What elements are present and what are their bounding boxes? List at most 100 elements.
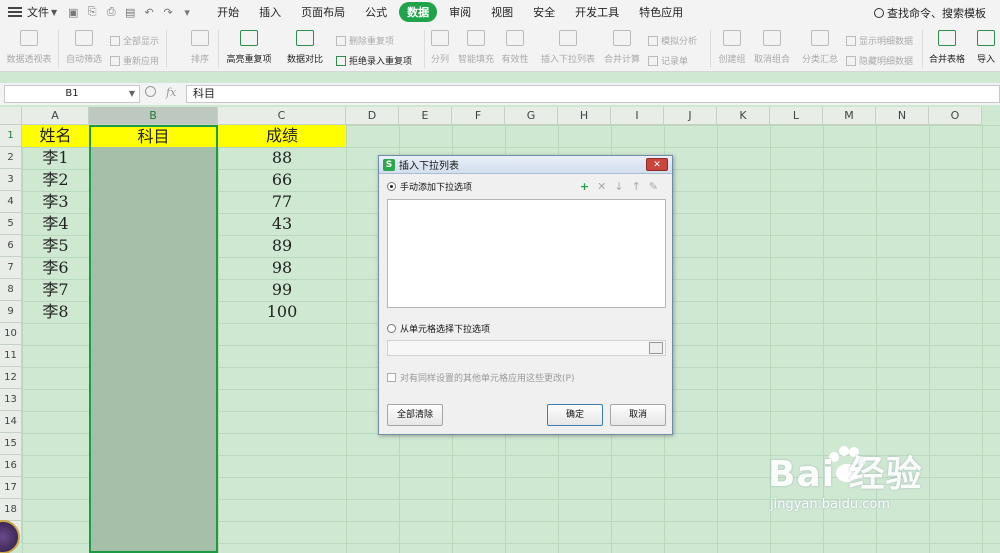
cell-score[interactable]: 88: [218, 147, 346, 169]
row-header-8[interactable]: 8: [0, 279, 22, 301]
row-header-16[interactable]: 16: [0, 455, 22, 477]
row-header-3[interactable]: 3: [0, 169, 22, 191]
tab-review[interactable]: 审阅: [441, 2, 479, 22]
row-header-1[interactable]: 1: [0, 125, 22, 147]
row-header-10[interactable]: 10: [0, 323, 22, 345]
column-header-a[interactable]: A: [22, 107, 89, 125]
tab-page-layout[interactable]: 页面布局: [293, 2, 353, 22]
preview-icon[interactable]: ▤: [124, 6, 136, 19]
clear-all-button[interactable]: 全部清除: [387, 404, 443, 426]
function-icon[interactable]: fx: [166, 86, 176, 99]
hamburger-icon[interactable]: [8, 7, 22, 17]
column-header-j[interactable]: J: [664, 107, 717, 125]
redo-icon[interactable]: ↷: [162, 6, 174, 19]
cell-name[interactable]: 李3: [22, 191, 89, 213]
row-header-7[interactable]: 7: [0, 257, 22, 279]
cell-source-radio[interactable]: 从单元格选择下拉选项: [387, 322, 490, 335]
row-header-17[interactable]: 17: [0, 477, 22, 499]
import-button[interactable]: 导入: [974, 26, 998, 65]
command-search[interactable]: 查找命令、搜索模板: [874, 5, 986, 21]
row-header-12[interactable]: 12: [0, 367, 22, 389]
column-header-m[interactable]: M: [823, 107, 876, 125]
add-item-icon[interactable]: +: [580, 180, 589, 193]
cell-c1[interactable]: 成绩: [218, 125, 346, 147]
smart-fill-button[interactable]: 智能填充: [458, 26, 494, 65]
subtotal-button[interactable]: 分类汇总: [800, 26, 840, 65]
radio-selected[interactable]: [387, 182, 396, 191]
show-all-button[interactable]: 全部显示: [110, 34, 159, 47]
column-header-n[interactable]: N: [876, 107, 929, 125]
cell-score[interactable]: 77: [218, 191, 346, 213]
cell-score[interactable]: 98: [218, 257, 346, 279]
manual-option-radio[interactable]: 手动添加下拉选项: [387, 180, 472, 193]
ok-button[interactable]: 确定: [547, 404, 603, 426]
autofilter-button[interactable]: 自动筛选: [64, 26, 104, 65]
export-icon[interactable]: ⎘: [86, 5, 98, 19]
cell-name[interactable]: 李5: [22, 235, 89, 257]
cell-name[interactable]: 李2: [22, 169, 89, 191]
select-all-corner[interactable]: [0, 107, 22, 125]
insert-dropdown-button[interactable]: 插入下拉列表: [540, 26, 596, 65]
data-compare-button[interactable]: 数据对比: [282, 26, 328, 65]
row-header-13[interactable]: 13: [0, 389, 22, 411]
edit-icon[interactable]: ✎: [649, 180, 658, 193]
sort-button[interactable]: 排序: [188, 26, 212, 65]
tab-formula[interactable]: 公式: [357, 2, 395, 22]
cell-name[interactable]: 李7: [22, 279, 89, 301]
column-header-c[interactable]: C: [218, 107, 346, 125]
apply-same-checkbox[interactable]: 对有同样设置的其他单元格应用这些更改(P): [387, 371, 574, 384]
selected-column-b[interactable]: [89, 125, 218, 553]
chevron-down-icon[interactable]: ▼: [51, 8, 57, 17]
column-header-l[interactable]: L: [770, 107, 823, 125]
print-icon[interactable]: ⎙: [105, 5, 117, 19]
delete-duplicates-button[interactable]: 删除重复项: [336, 34, 394, 47]
cell-name[interactable]: 李8: [22, 301, 89, 323]
create-group-button[interactable]: 创建组: [714, 26, 750, 65]
file-menu[interactable]: 文件: [27, 4, 49, 20]
merge-table-button[interactable]: 合并表格: [926, 26, 968, 65]
formula-input[interactable]: 科目: [186, 85, 1000, 103]
row-header-11[interactable]: 11: [0, 345, 22, 367]
cell-name[interactable]: 李6: [22, 257, 89, 279]
cell-score[interactable]: 43: [218, 213, 346, 235]
cancel-button[interactable]: 取消: [610, 404, 666, 426]
column-header-f[interactable]: F: [452, 107, 505, 125]
radio-unselected[interactable]: [387, 324, 396, 333]
tab-view[interactable]: 视图: [483, 2, 521, 22]
row-header-18[interactable]: 18: [0, 499, 22, 521]
customize-icon[interactable]: ▾: [181, 6, 193, 19]
tab-home[interactable]: 开始: [209, 2, 247, 22]
column-header-i[interactable]: I: [611, 107, 664, 125]
range-picker-icon[interactable]: [649, 342, 663, 354]
show-detail-button[interactable]: 显示明细数据: [846, 34, 913, 47]
cell-score[interactable]: 89: [218, 235, 346, 257]
cell-b1[interactable]: 科目: [89, 125, 218, 147]
checkbox[interactable]: [387, 373, 396, 382]
cell-score[interactable]: 66: [218, 169, 346, 191]
ungroup-button[interactable]: 取消组合: [752, 26, 792, 65]
simulate-analysis-button[interactable]: 模拟分析: [648, 34, 697, 47]
column-header-g[interactable]: G: [505, 107, 558, 125]
close-icon[interactable]: ✕: [646, 158, 668, 171]
options-listbox[interactable]: [387, 199, 666, 308]
highlight-duplicates-button[interactable]: 高亮重复项: [222, 26, 276, 65]
tab-insert[interactable]: 插入: [251, 2, 289, 22]
row-header-2[interactable]: 2: [0, 147, 22, 169]
cell-name[interactable]: 李1: [22, 147, 89, 169]
reapply-button[interactable]: 重新应用: [110, 54, 159, 67]
range-input[interactable]: [387, 340, 666, 356]
tab-developer[interactable]: 开发工具: [567, 2, 627, 22]
row-header-9[interactable]: 9: [0, 301, 22, 323]
cell-score[interactable]: 100: [218, 301, 346, 323]
cell-score[interactable]: 99: [218, 279, 346, 301]
cell-a1[interactable]: 姓名: [22, 125, 89, 147]
reject-duplicates-button[interactable]: 拒绝录入重复项: [336, 54, 412, 67]
row-header-5[interactable]: 5: [0, 213, 22, 235]
column-header-e[interactable]: E: [399, 107, 452, 125]
record-form-button[interactable]: 记录单: [648, 54, 688, 67]
chevron-down-icon[interactable]: ▼: [129, 86, 135, 102]
hide-detail-button[interactable]: 隐藏明细数据: [846, 54, 913, 67]
save-icon[interactable]: ▣: [67, 6, 79, 19]
delete-item-icon[interactable]: ✕: [597, 180, 606, 193]
cell-name[interactable]: 李4: [22, 213, 89, 235]
